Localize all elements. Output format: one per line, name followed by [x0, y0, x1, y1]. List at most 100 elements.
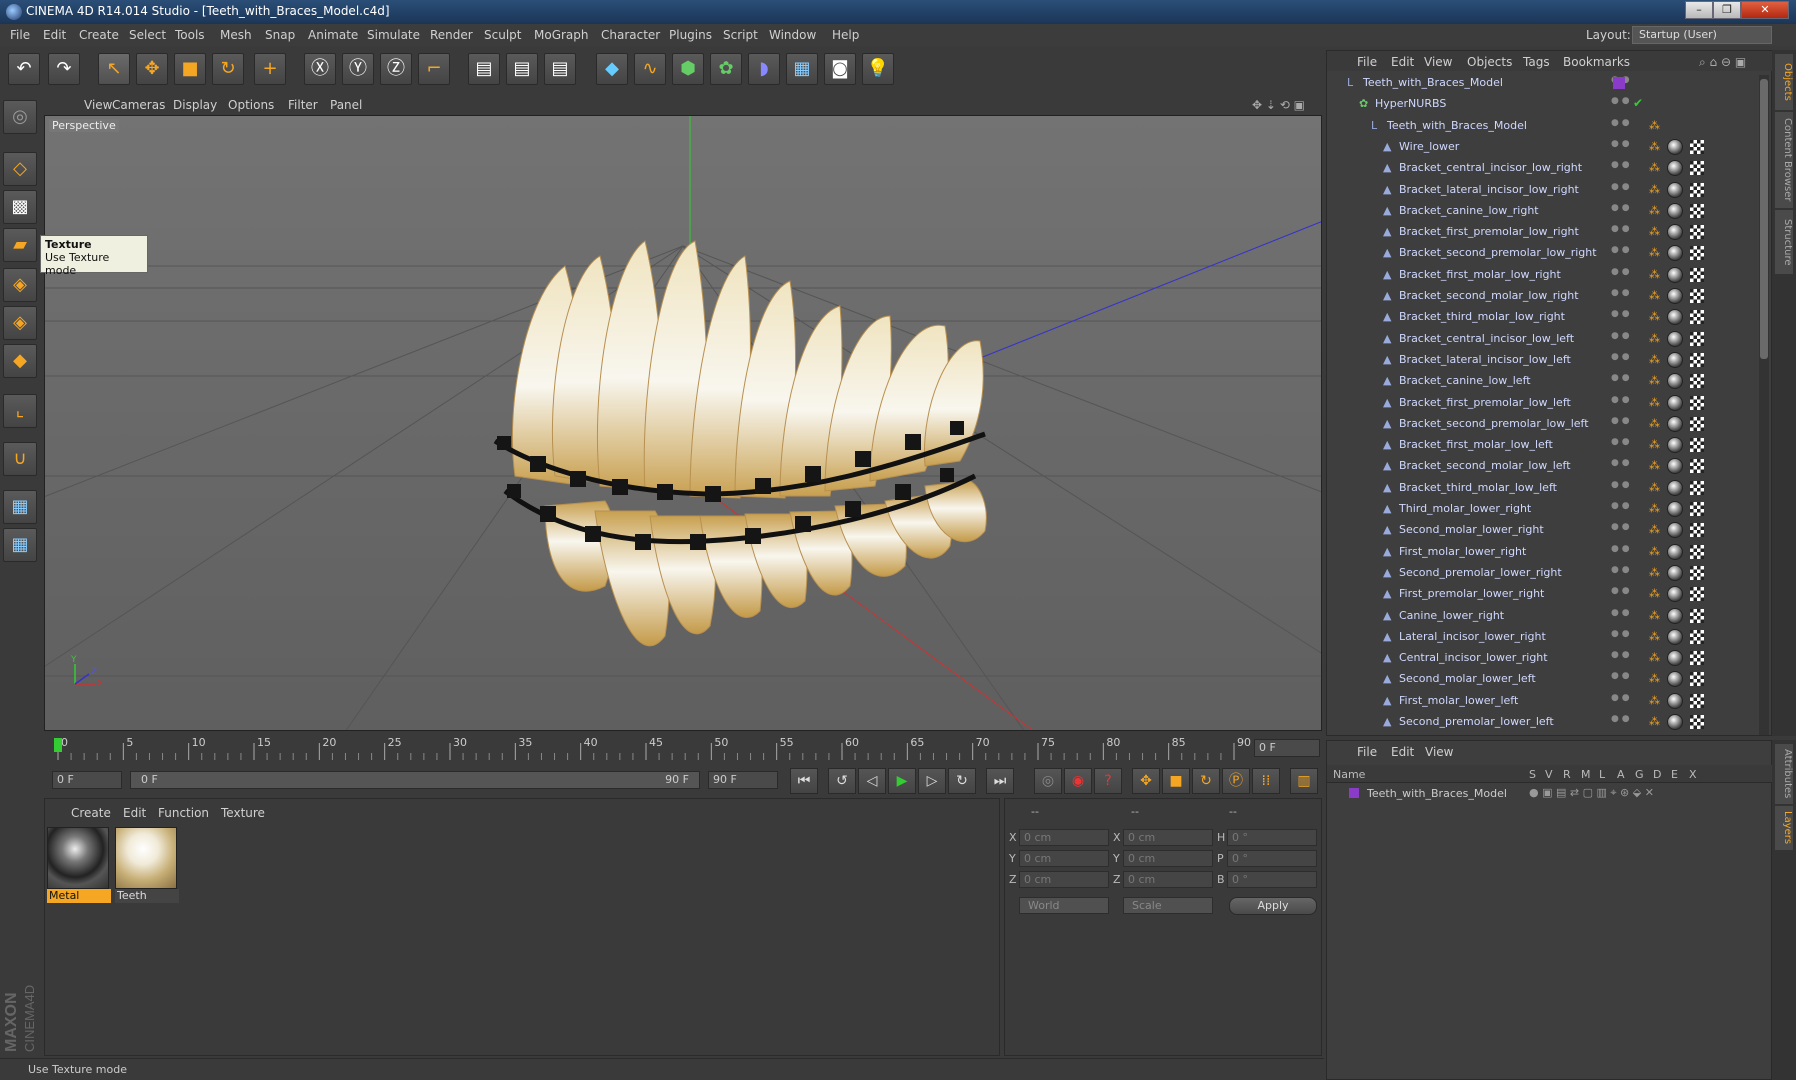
uvw-tag-icon[interactable] [1690, 352, 1704, 367]
pos-y-field[interactable]: 0 cm [1019, 850, 1109, 867]
material-tag-icon[interactable] [1667, 586, 1683, 603]
menu-character[interactable]: Character [601, 28, 660, 42]
viewport-menu-filter[interactable]: Filter [288, 98, 318, 112]
size-z-field[interactable]: 0 cm [1123, 871, 1213, 888]
key-scale-icon[interactable]: ■ [1162, 768, 1190, 794]
rot-p-field[interactable]: 0 ° [1227, 850, 1317, 867]
layer-menu-file[interactable]: File [1357, 745, 1377, 759]
object-row[interactable]: ▲ Second_molar_lower_right ● ● ⁂ [1327, 520, 1757, 541]
visibility-dots-icon[interactable]: ● ● [1611, 565, 1630, 575]
visibility-dots-icon[interactable]: ● ● [1611, 671, 1630, 681]
key-position-icon[interactable]: ✥ [1132, 768, 1160, 794]
layer-flags-icons[interactable]: ● ▣ ▤ ⇄ ▢ ▥ ⌖ ⊛ ⬙ ✕ [1529, 786, 1654, 800]
phong-tag-icon[interactable]: ⁂ [1649, 630, 1660, 643]
object-row[interactable]: ▲ Bracket_first_premolar_low_left ● ● ⁂ [1327, 393, 1757, 414]
planar-workplane-icon[interactable]: ▦ [3, 528, 37, 562]
go-to-start-icon[interactable]: ⏮ [790, 768, 818, 794]
layer-row[interactable]: Teeth_with_Braces_Model ● ▣ ▤ ⇄ ▢ ▥ ⌖ ⊛ … [1327, 785, 1773, 803]
material-tag-icon[interactable] [1667, 224, 1683, 241]
live-selection-icon[interactable]: ↖ [98, 53, 130, 85]
uvw-tag-icon[interactable] [1690, 523, 1704, 538]
material-tag-icon[interactable] [1667, 373, 1683, 390]
visibility-dots-icon[interactable]: ● ● [1611, 437, 1630, 447]
object-row[interactable]: LTeeth_with_Braces_Model● ● [1327, 73, 1757, 94]
phong-tag-icon[interactable]: ⁂ [1649, 459, 1660, 472]
object-row[interactable]: ▲ Bracket_canine_low_right ● ● ⁂ [1327, 201, 1757, 222]
phong-tag-icon[interactable]: ⁂ [1649, 204, 1660, 217]
material-tag-icon[interactable] [1667, 160, 1683, 177]
visibility-dots-icon[interactable]: ● ● [1611, 373, 1630, 383]
phong-tag-icon[interactable]: ⁂ [1649, 545, 1660, 558]
coordinate-system-icon[interactable]: ⌐ [418, 53, 450, 85]
uvw-tag-icon[interactable] [1690, 438, 1704, 453]
next-frame-icon[interactable]: ▷ [918, 768, 946, 794]
uvw-tag-icon[interactable] [1690, 331, 1704, 346]
tab-structure[interactable]: Structure [1775, 210, 1793, 274]
uvw-tag-icon[interactable] [1690, 395, 1704, 410]
size-mode-dropdown[interactable]: Scale [1123, 897, 1213, 914]
visibility-dots-icon[interactable]: ● ● [1611, 118, 1630, 128]
viewport-menu-options[interactable]: Options [228, 98, 274, 112]
workplane-mode-icon[interactable]: ▰ [3, 228, 37, 262]
material-menu-function[interactable]: Function [158, 806, 209, 820]
object-row[interactable]: ▲ Bracket_lateral_incisor_low_right ● ● ⁂ [1327, 180, 1757, 201]
apply-button[interactable]: Apply [1229, 897, 1317, 915]
visibility-dots-icon[interactable]: ● ● [1611, 501, 1630, 511]
visibility-dots-icon[interactable]: ● ● [1611, 522, 1630, 532]
uvw-tag-icon[interactable] [1690, 310, 1704, 325]
uvw-tag-icon[interactable] [1690, 587, 1704, 602]
timeline-playhead[interactable] [54, 738, 62, 752]
uvw-tag-icon[interactable] [1690, 203, 1704, 218]
object-row[interactable]: ▲ Wire_lower ● ● ⁂ [1327, 137, 1757, 158]
menu-file[interactable]: File [10, 28, 30, 42]
obj-menu-view[interactable]: View [1424, 55, 1452, 69]
material-teeth[interactable]: Teeth [115, 827, 179, 905]
cube-icon[interactable]: ◆ [596, 53, 628, 85]
phong-tag-icon[interactable]: ⁂ [1649, 502, 1660, 515]
material-tag-icon[interactable] [1667, 692, 1683, 709]
material-tag-icon[interactable] [1667, 181, 1683, 198]
menu-window[interactable]: Window [769, 28, 816, 42]
visibility-dots-icon[interactable]: ● ● [1611, 586, 1630, 596]
visibility-dots-icon[interactable]: ● ● [1611, 160, 1630, 170]
menu-mesh[interactable]: Mesh [220, 28, 252, 42]
menu-help[interactable]: Help [832, 28, 859, 42]
object-row[interactable]: ▲ Lateral_incisor_lower_right ● ● ⁂ [1327, 627, 1757, 648]
object-row[interactable]: ▲ Bracket_canine_low_left ● ● ⁂ [1327, 371, 1757, 392]
locked-workplane-icon[interactable]: ▦ [3, 490, 37, 524]
material-tag-icon[interactable] [1667, 479, 1683, 496]
viewport-menu-view[interactable]: View [84, 98, 112, 112]
uvw-tag-icon[interactable] [1690, 267, 1704, 282]
object-row[interactable]: ▲ Bracket_first_molar_low_left ● ● ⁂ [1327, 435, 1757, 456]
object-row[interactable]: ▲ Bracket_second_molar_low_left ● ● ⁂ [1327, 456, 1757, 477]
visibility-dots-icon[interactable]: ● ● [1611, 182, 1630, 192]
uvw-tag-icon[interactable] [1690, 715, 1704, 729]
material-tag-icon[interactable] [1667, 138, 1683, 155]
object-row[interactable]: ▲ Bracket_lateral_incisor_low_left ● ● ⁂ [1327, 350, 1757, 371]
visibility-dots-icon[interactable]: ● ● [1611, 288, 1630, 298]
rot-b-field[interactable]: 0 ° [1227, 871, 1317, 888]
obj-menu-objects[interactable]: Objects [1467, 55, 1512, 69]
visibility-dots-icon[interactable]: ● ● [1611, 203, 1630, 213]
nurbs-icon[interactable]: ⬢ [672, 53, 704, 85]
visibility-dots-icon[interactable]: ● ● [1611, 309, 1630, 319]
object-row[interactable]: ▲ Bracket_third_molar_low_right ● ● ⁂ [1327, 307, 1757, 328]
menu-script[interactable]: Script [723, 28, 758, 42]
phong-tag-icon[interactable]: ⁂ [1649, 268, 1660, 281]
phong-tag-icon[interactable]: ⁂ [1649, 310, 1660, 323]
obj-menu-tags[interactable]: Tags [1523, 55, 1550, 69]
material-tag-icon[interactable] [1667, 266, 1683, 283]
phong-tag-icon[interactable]: ⁂ [1649, 481, 1660, 494]
menu-render[interactable]: Render [430, 28, 473, 42]
visibility-dots-icon[interactable]: ● ● [1611, 395, 1630, 405]
uvw-tag-icon[interactable] [1690, 459, 1704, 474]
object-row[interactable]: ✿ HyperNURBS ● ● ✔ [1327, 94, 1757, 115]
visibility-dots-icon[interactable]: ● ● [1611, 96, 1630, 106]
x-axis-icon[interactable]: Ⓧ [304, 53, 336, 85]
visibility-dots-icon[interactable]: ● ● [1611, 352, 1630, 362]
material-tag-icon[interactable] [1667, 543, 1683, 560]
frame-range-slider[interactable]: 0 F 90 F [130, 771, 700, 789]
material-tag-icon[interactable] [1667, 309, 1683, 326]
object-row[interactable]: ▲ Bracket_first_molar_low_right ● ● ⁂ [1327, 265, 1757, 286]
uvw-tag-icon[interactable] [1690, 608, 1704, 623]
